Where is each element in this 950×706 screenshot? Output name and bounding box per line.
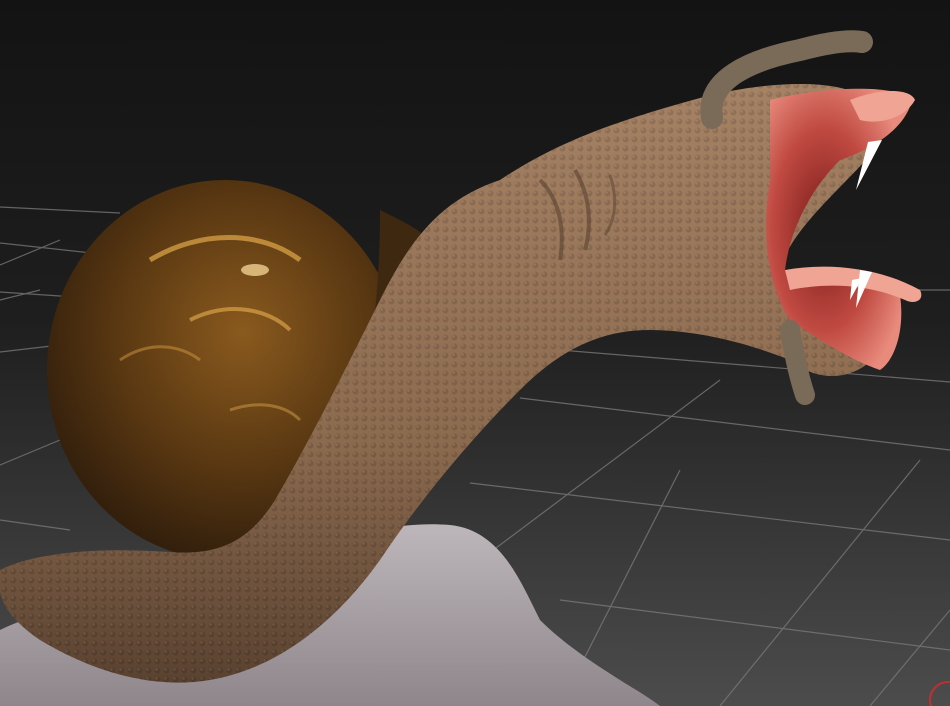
viewport-3d[interactable] [0, 0, 950, 706]
snail-monster-model[interactable] [0, 0, 950, 706]
axis-gizmo-icon[interactable] [929, 681, 950, 706]
